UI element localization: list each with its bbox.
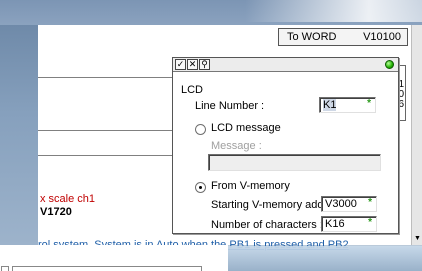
bottom-panel-field[interactable]	[12, 266, 202, 271]
scale-label: x scale ch1	[40, 193, 96, 205]
close-x-icon[interactable]: ✕	[187, 59, 198, 70]
line-number-value: K1	[323, 99, 337, 111]
start-address-value: V3000	[325, 198, 357, 210]
scale-value: V1720	[40, 206, 72, 218]
check-icon[interactable]: ✓	[175, 59, 186, 70]
start-address-input[interactable]: V3000 *	[321, 196, 377, 212]
dialog-titlebar: ✓ ✕ ⚲	[173, 58, 398, 72]
message-label: Message :	[211, 140, 262, 152]
num-chars-value: K16	[325, 218, 345, 230]
required-marker: *	[368, 197, 372, 208]
lcd-message-option-label[interactable]: LCD message	[211, 122, 281, 134]
from-vmemory-radio[interactable]	[195, 182, 206, 193]
background-left-panel	[0, 25, 38, 245]
required-marker: *	[367, 98, 371, 109]
from-vmemory-option-label[interactable]: From V-memory	[211, 180, 290, 192]
background-bottom-right	[228, 246, 422, 271]
to-word-value: V10100	[363, 31, 401, 43]
line-number-label: Line Number :	[195, 100, 265, 112]
binoculars-icon[interactable]: ⚲	[199, 59, 210, 70]
section-title: LCD	[181, 84, 204, 96]
bottom-panel	[0, 245, 228, 271]
lcd-message-radio[interactable]	[195, 124, 206, 135]
status-led-icon	[385, 60, 394, 69]
vertical-scrollbar[interactable]: ▼	[411, 25, 422, 245]
required-marker: *	[368, 217, 372, 228]
background-highlight	[245, 0, 422, 22]
message-input[interactable]	[208, 154, 381, 171]
num-chars-input[interactable]: K16 *	[321, 216, 377, 232]
to-word-label: To WORD	[287, 31, 337, 43]
bottom-panel-icon[interactable]	[1, 266, 9, 271]
to-word-instruction[interactable]: To WORD V10100	[278, 28, 408, 46]
lcd-instruction-dialog: ✓ ✕ ⚲ LCD Line Number : K1 * LCD message…	[172, 57, 399, 234]
line-number-input[interactable]: K1 *	[319, 97, 376, 113]
scroll-down-arrow-icon[interactable]: ▼	[413, 234, 422, 243]
num-chars-label: Number of characters :	[211, 219, 323, 231]
